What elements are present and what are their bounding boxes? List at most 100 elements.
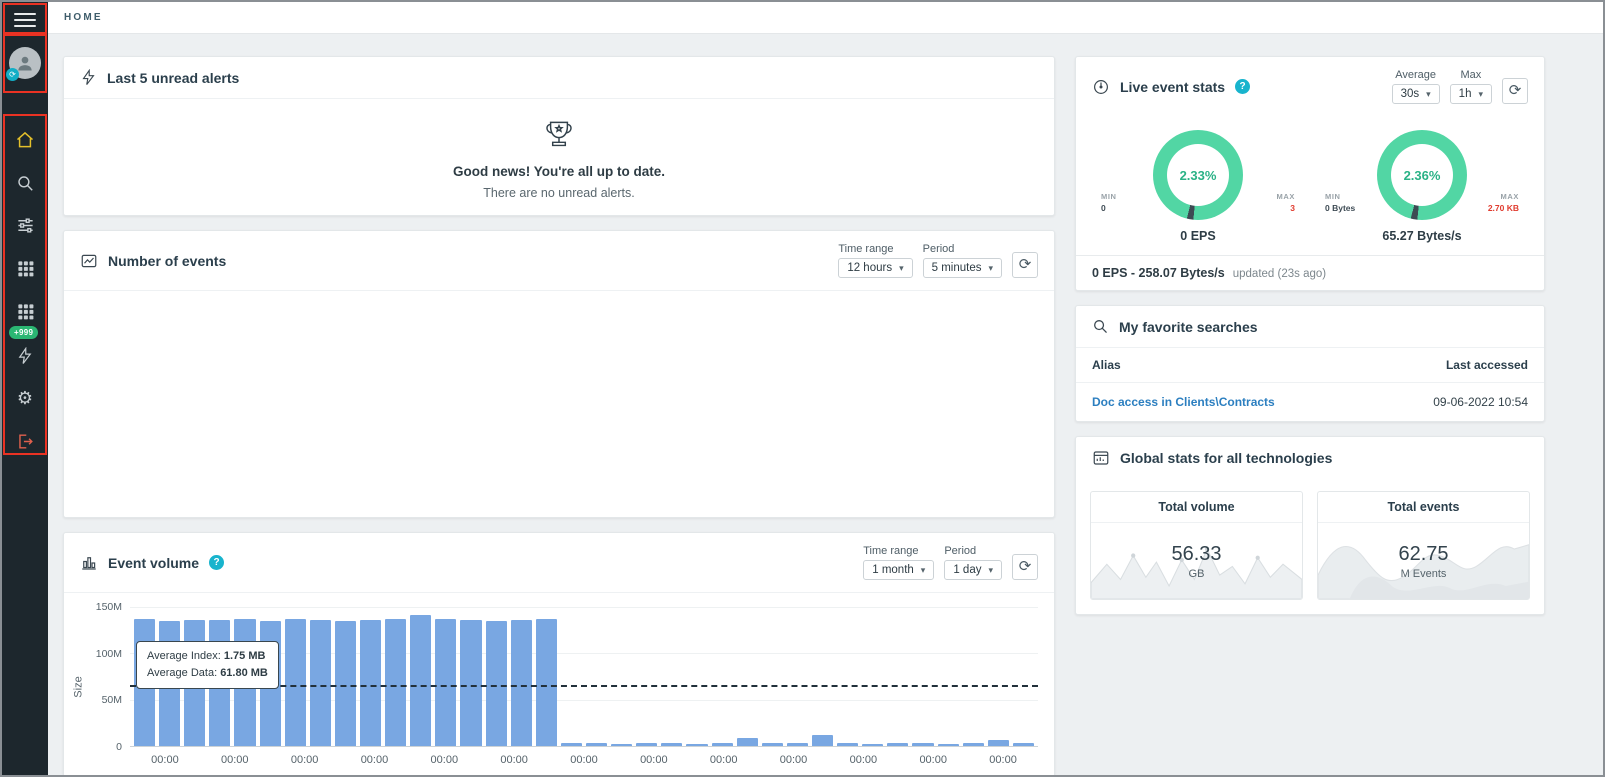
- bar: [787, 743, 808, 746]
- total-volume-tile: Total volume 56.33 GB: [1090, 491, 1303, 600]
- favorite-searches-card: My favorite searches Alias Last accessed…: [1075, 305, 1545, 422]
- bar: [887, 743, 908, 746]
- bar: [586, 743, 607, 746]
- time-range-select[interactable]: 12 hours▾: [838, 258, 912, 278]
- topbar: HOME: [48, 2, 1603, 34]
- average-label: Average: [1395, 69, 1436, 81]
- alerts-headline: Good news! You're all up to date.: [453, 164, 665, 179]
- total-events-unit: M Events: [1401, 568, 1447, 580]
- time-range-select[interactable]: 1 month▾: [863, 560, 934, 580]
- app-window: ⟳: [0, 0, 1605, 777]
- bar: [536, 619, 557, 746]
- event-volume-chart: Size 150M100M50M0 Average Index: 1.75 MB…: [70, 607, 1038, 766]
- lightning-icon: [80, 69, 97, 86]
- live-stats-summary: 0 EPS - 258.07 Bytes/s: [1092, 266, 1225, 280]
- max-select[interactable]: 1h▾: [1450, 84, 1492, 104]
- period-select[interactable]: 1 day▾: [944, 560, 1002, 580]
- favorite-search-link[interactable]: Doc access in Clients\Contracts: [1092, 395, 1275, 409]
- gear-icon: ⚙: [17, 388, 33, 409]
- sidebar-item-logout[interactable]: [2, 427, 48, 455]
- bar: [1013, 743, 1034, 746]
- period-select[interactable]: 5 minutes▾: [923, 258, 1002, 278]
- table-row[interactable]: Doc access in Clients\Contracts 09-06-20…: [1076, 383, 1544, 421]
- sidebar-item-settings[interactable]: ⚙: [2, 384, 48, 412]
- bar: [611, 744, 632, 746]
- main-content: Last 5 unread alerts Good news! You're a…: [48, 34, 1603, 775]
- bar: [862, 744, 883, 746]
- total-events-label: Total events: [1318, 492, 1529, 523]
- sidebar-item-home[interactable]: [2, 126, 48, 154]
- bar: [285, 619, 306, 746]
- favorite-searches-title: My favorite searches: [1119, 319, 1258, 335]
- column-last-accessed: Last accessed: [1446, 358, 1528, 372]
- live-stats-footer: 0 EPS - 258.07 Bytes/s updated (23s ago): [1076, 255, 1544, 290]
- number-of-events-body: [64, 291, 1054, 517]
- notification-count-badge: +999: [9, 326, 38, 339]
- sidebar-item-alerts[interactable]: [2, 342, 48, 370]
- average-select[interactable]: 30s▾: [1392, 84, 1440, 104]
- bar: [486, 621, 507, 746]
- column-alias: Alias: [1092, 358, 1121, 372]
- bar: [460, 620, 481, 746]
- sync-badge-icon: ⟳: [6, 68, 19, 81]
- user-avatar[interactable]: ⟳: [2, 46, 48, 80]
- lightning-icon: [16, 347, 34, 365]
- chevron-down-icon: ▾: [988, 263, 993, 274]
- help-icon[interactable]: ?: [1235, 79, 1250, 94]
- bar: [410, 615, 431, 746]
- period-label: Period: [944, 545, 1002, 557]
- chevron-down-icon: ▾: [988, 565, 993, 576]
- volume-yticks: 150M100M50M0: [88, 607, 130, 747]
- last-accessed-value: 09-06-2022 10:54: [1433, 395, 1528, 409]
- bar: [435, 619, 456, 746]
- person-icon: [15, 53, 35, 73]
- bytes-gauge: MIN 0 Bytes 2.36% 65.27 Bytes/s MAX: [1310, 130, 1534, 243]
- sidebar-item-search[interactable]: [2, 169, 48, 197]
- total-volume-unit: GB: [1189, 568, 1205, 580]
- live-stats-updated: updated (23s ago): [1233, 268, 1326, 280]
- chart-tooltip: Average Index: 1.75 MB Average Data: 61.…: [136, 641, 279, 689]
- chevron-down-icon: ▾: [921, 565, 926, 576]
- sidebar-item-filters[interactable]: [2, 211, 48, 239]
- bar: [837, 743, 858, 746]
- refresh-button[interactable]: ⟳: [1502, 78, 1528, 104]
- chevron-down-icon: ▾: [1478, 89, 1483, 100]
- bar: [661, 743, 682, 746]
- logout-icon: [16, 432, 35, 451]
- eps-gauge: MIN 0 2.33% 0 EPS MAX 3: [1086, 130, 1310, 243]
- bar: [762, 743, 783, 746]
- sidebar-item-apps[interactable]: [2, 297, 48, 325]
- event-volume-card: Event volume ? Time range 1 month▾: [63, 532, 1055, 775]
- bar: [310, 620, 331, 746]
- hamburger-menu-icon[interactable]: [2, 8, 48, 32]
- global-stats-title: Global stats for all technologies: [1120, 450, 1332, 466]
- alerts-card-title: Last 5 unread alerts: [107, 70, 239, 86]
- live-event-stats-card: Live event stats ? Average 30s▾ M: [1075, 56, 1545, 291]
- total-volume-label: Total volume: [1091, 492, 1302, 523]
- eps-donut-chart: 2.33%: [1153, 130, 1243, 220]
- total-volume-value: 56.33: [1171, 543, 1221, 566]
- sidebar-item-dashboards[interactable]: [2, 254, 48, 282]
- chevron-down-icon: ▾: [1426, 89, 1431, 100]
- bar: [636, 743, 657, 746]
- breadcrumb: HOME: [64, 12, 103, 23]
- number-of-events-card: Number of events Time range 12 hours▾ Pe…: [63, 230, 1055, 518]
- bar: [385, 619, 406, 746]
- avatar: ⟳: [9, 47, 41, 79]
- volume-xlabels: 00:0000:0000:0000:0000:0000:0000:0000:00…: [130, 754, 1038, 766]
- grid-icon: [16, 259, 35, 278]
- chart-image-icon: [80, 252, 98, 270]
- bar: [712, 743, 733, 746]
- sidebar: ⟳: [2, 2, 48, 775]
- bar-chart-icon: [80, 554, 98, 572]
- bar: [686, 744, 707, 746]
- bytes-donut-chart: 2.36%: [1377, 130, 1467, 220]
- refresh-button[interactable]: ⟳: [1012, 252, 1038, 278]
- alerts-subtext: There are no unread alerts.: [483, 186, 634, 200]
- bar: [511, 620, 532, 746]
- refresh-button[interactable]: ⟳: [1012, 554, 1038, 580]
- search-icon: [1092, 318, 1109, 335]
- home-icon: [15, 130, 35, 150]
- help-icon[interactable]: ?: [209, 555, 224, 570]
- bar: [561, 743, 582, 746]
